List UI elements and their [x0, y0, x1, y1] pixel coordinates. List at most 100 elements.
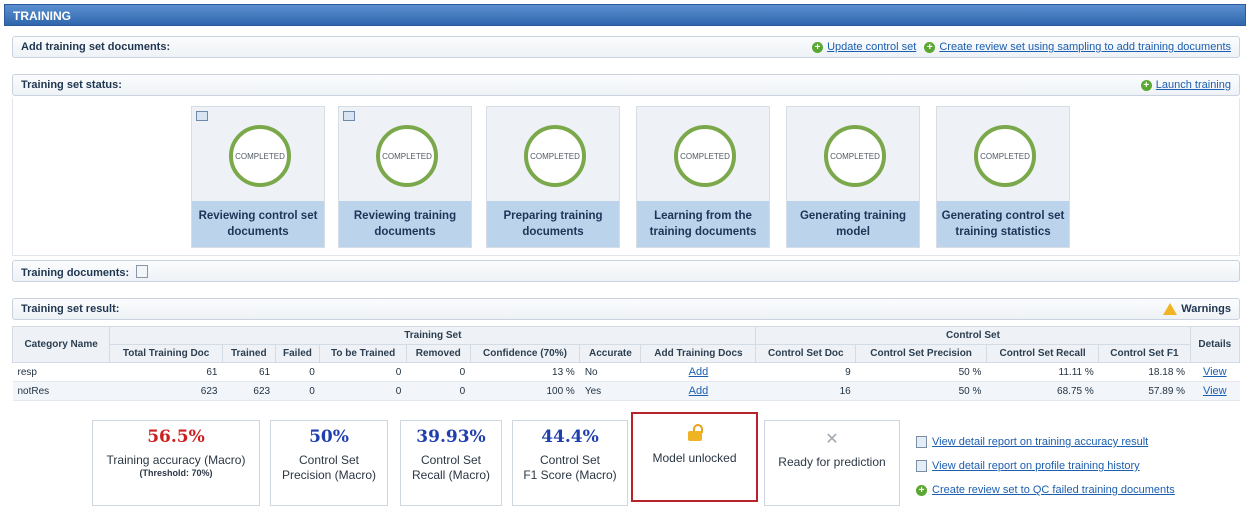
category-name: notRes — [12, 381, 110, 401]
model-unlocked-card: Model unlocked — [631, 412, 758, 502]
stage-state: COMPLETED — [830, 151, 880, 161]
precision-label-line2: Precision (Macro) — [281, 468, 377, 482]
report-icon — [916, 460, 927, 472]
stage-caption: Preparing training documents — [487, 201, 619, 247]
removed: 0 — [406, 381, 471, 401]
trained: 61 — [222, 362, 276, 382]
recall-label: Control Set Recall (Macro) — [401, 453, 501, 483]
warnings-link[interactable]: Warnings — [1181, 303, 1231, 315]
document-icon[interactable] — [343, 111, 355, 121]
add-training-docs-bar: Add training set documents: + Update con… — [12, 36, 1240, 58]
col-header: Confidence (70%) — [469, 344, 581, 363]
precision-label-line1: Control Set — [298, 453, 360, 467]
add-icon: + — [924, 41, 936, 53]
completed-ring: COMPLETED — [229, 125, 291, 187]
training-result-label: Training set result: — [21, 303, 120, 315]
confidence: 13 % — [470, 362, 580, 382]
report-links: View detail report on training accuracy … — [916, 430, 1175, 502]
control-set-recall: 11.11 % — [986, 362, 1099, 382]
report-link-row: + Create review set to QC failed trainin… — [916, 478, 1175, 502]
search-documents-icon[interactable] — [136, 265, 149, 278]
training-status-bar: Training set status: + Launch training — [12, 74, 1240, 96]
launch-training-link[interactable]: Launch training — [1156, 79, 1231, 91]
stage-state: COMPLETED — [235, 151, 285, 161]
category-name: resp — [12, 362, 110, 382]
col-details: Details — [1189, 326, 1241, 363]
report-link-row: View detail report on profile training h… — [916, 454, 1175, 478]
confidence: 100 % — [470, 381, 580, 401]
recall-value: 39.93% — [416, 427, 486, 447]
failed: 0 — [275, 362, 320, 382]
recall-label-line2: Recall (Macro) — [411, 468, 490, 482]
window-title: TRAINING — [4, 4, 1246, 26]
trained: 623 — [222, 381, 276, 401]
history-report-link[interactable]: View detail report on profile training h… — [932, 460, 1140, 472]
col-header: Accurate — [579, 344, 642, 363]
col-header: Control Set Precision — [855, 344, 987, 363]
stage-state: COMPLETED — [680, 151, 730, 161]
control-set-precision: 50 % — [855, 381, 987, 401]
completed-ring: COMPLETED — [974, 125, 1036, 187]
stage-state: COMPLETED — [530, 151, 580, 161]
completed-ring: COMPLETED — [824, 125, 886, 187]
qc-review-set-link[interactable]: Create review set to QC failed training … — [932, 484, 1175, 496]
recall-label-line1: Control Set — [420, 453, 482, 467]
table-row: notRes 623 623 0 0 0 100 % Yes Add 16 50… — [12, 381, 1240, 401]
control-set-doc: 16 — [755, 381, 856, 401]
completed-ring: COMPLETED — [674, 125, 736, 187]
col-header: Add Training Docs — [640, 344, 757, 363]
total-training-doc: 61 — [109, 362, 223, 382]
accuracy-report-link[interactable]: View detail report on training accuracy … — [932, 436, 1148, 448]
training-status-label: Training set status: — [21, 79, 122, 91]
stage-caption: Learning from the training documents — [637, 201, 769, 247]
model-status-label: Model unlocked — [652, 451, 737, 465]
completed-ring: COMPLETED — [376, 125, 438, 187]
update-control-set-link[interactable]: Update control set — [827, 41, 916, 53]
accurate: Yes — [579, 381, 641, 401]
stage-caption: Reviewing control set documents — [192, 201, 324, 247]
control-set-precision: 50 % — [855, 362, 987, 382]
add-icon: + — [916, 484, 927, 496]
stage-reviewing-training: COMPLETED Reviewing training documents — [338, 106, 472, 248]
lock-open-icon — [687, 424, 703, 442]
stage-generating-model: COMPLETED Generating training model — [786, 106, 920, 248]
create-review-set-link[interactable]: Create review set using sampling to add … — [939, 41, 1231, 53]
add-icon: + — [812, 41, 824, 53]
f1-label-line1: Control Set — [539, 453, 601, 467]
f1-label: Control Set F1 Score (Macro) — [513, 453, 627, 483]
view-details-link[interactable]: View — [1203, 366, 1227, 378]
removed: 0 — [406, 362, 471, 382]
training-accuracy-label: Training accuracy (Macro) — [106, 453, 246, 467]
col-header: Total Training Doc — [109, 344, 223, 363]
x-icon: ✕ — [825, 431, 839, 448]
add-training-docs-link[interactable]: Add — [689, 385, 709, 397]
training-result-bar: Training set result: Warnings — [12, 298, 1240, 320]
training-accuracy-threshold: (Threshold: 70%) — [139, 468, 213, 478]
f1-label-line2: F1 Score (Macro) — [523, 468, 617, 482]
f1-value: 44.4% — [541, 427, 599, 447]
stage-caption: Generating control set training statisti… — [937, 201, 1069, 247]
control-set-f1: 18.18 % — [1098, 362, 1191, 382]
completed-ring: COMPLETED — [524, 125, 586, 187]
report-link-row: View detail report on training accuracy … — [916, 430, 1175, 454]
add-training-docs-link[interactable]: Add — [689, 366, 709, 378]
col-header: To be Trained — [319, 344, 407, 363]
col-category-name: Category Name — [11, 326, 111, 363]
view-details-link[interactable]: View — [1203, 385, 1227, 397]
training-accuracy-card: 56.5% Training accuracy (Macro) (Thresho… — [92, 420, 260, 506]
col-group-training-set: Training Set — [109, 326, 757, 345]
training-documents-label: Training documents: — [21, 267, 130, 279]
failed: 0 — [275, 381, 320, 401]
training-result-table: Category Name Training Set Control Set D… — [11, 326, 1241, 401]
launch-icon: + — [1140, 79, 1152, 91]
col-header: Removed — [405, 344, 471, 363]
stage-caption: Reviewing training documents — [339, 201, 471, 247]
to-be-trained: 0 — [319, 381, 407, 401]
stage-state: COMPLETED — [980, 151, 1030, 161]
to-be-trained: 0 — [319, 362, 407, 382]
warning-icon — [1163, 303, 1178, 315]
stage-state: COMPLETED — [382, 151, 432, 161]
document-icon[interactable] — [196, 111, 208, 121]
prediction-label: Ready for prediction — [778, 455, 886, 469]
add-training-docs-label: Add training set documents: — [21, 41, 171, 53]
